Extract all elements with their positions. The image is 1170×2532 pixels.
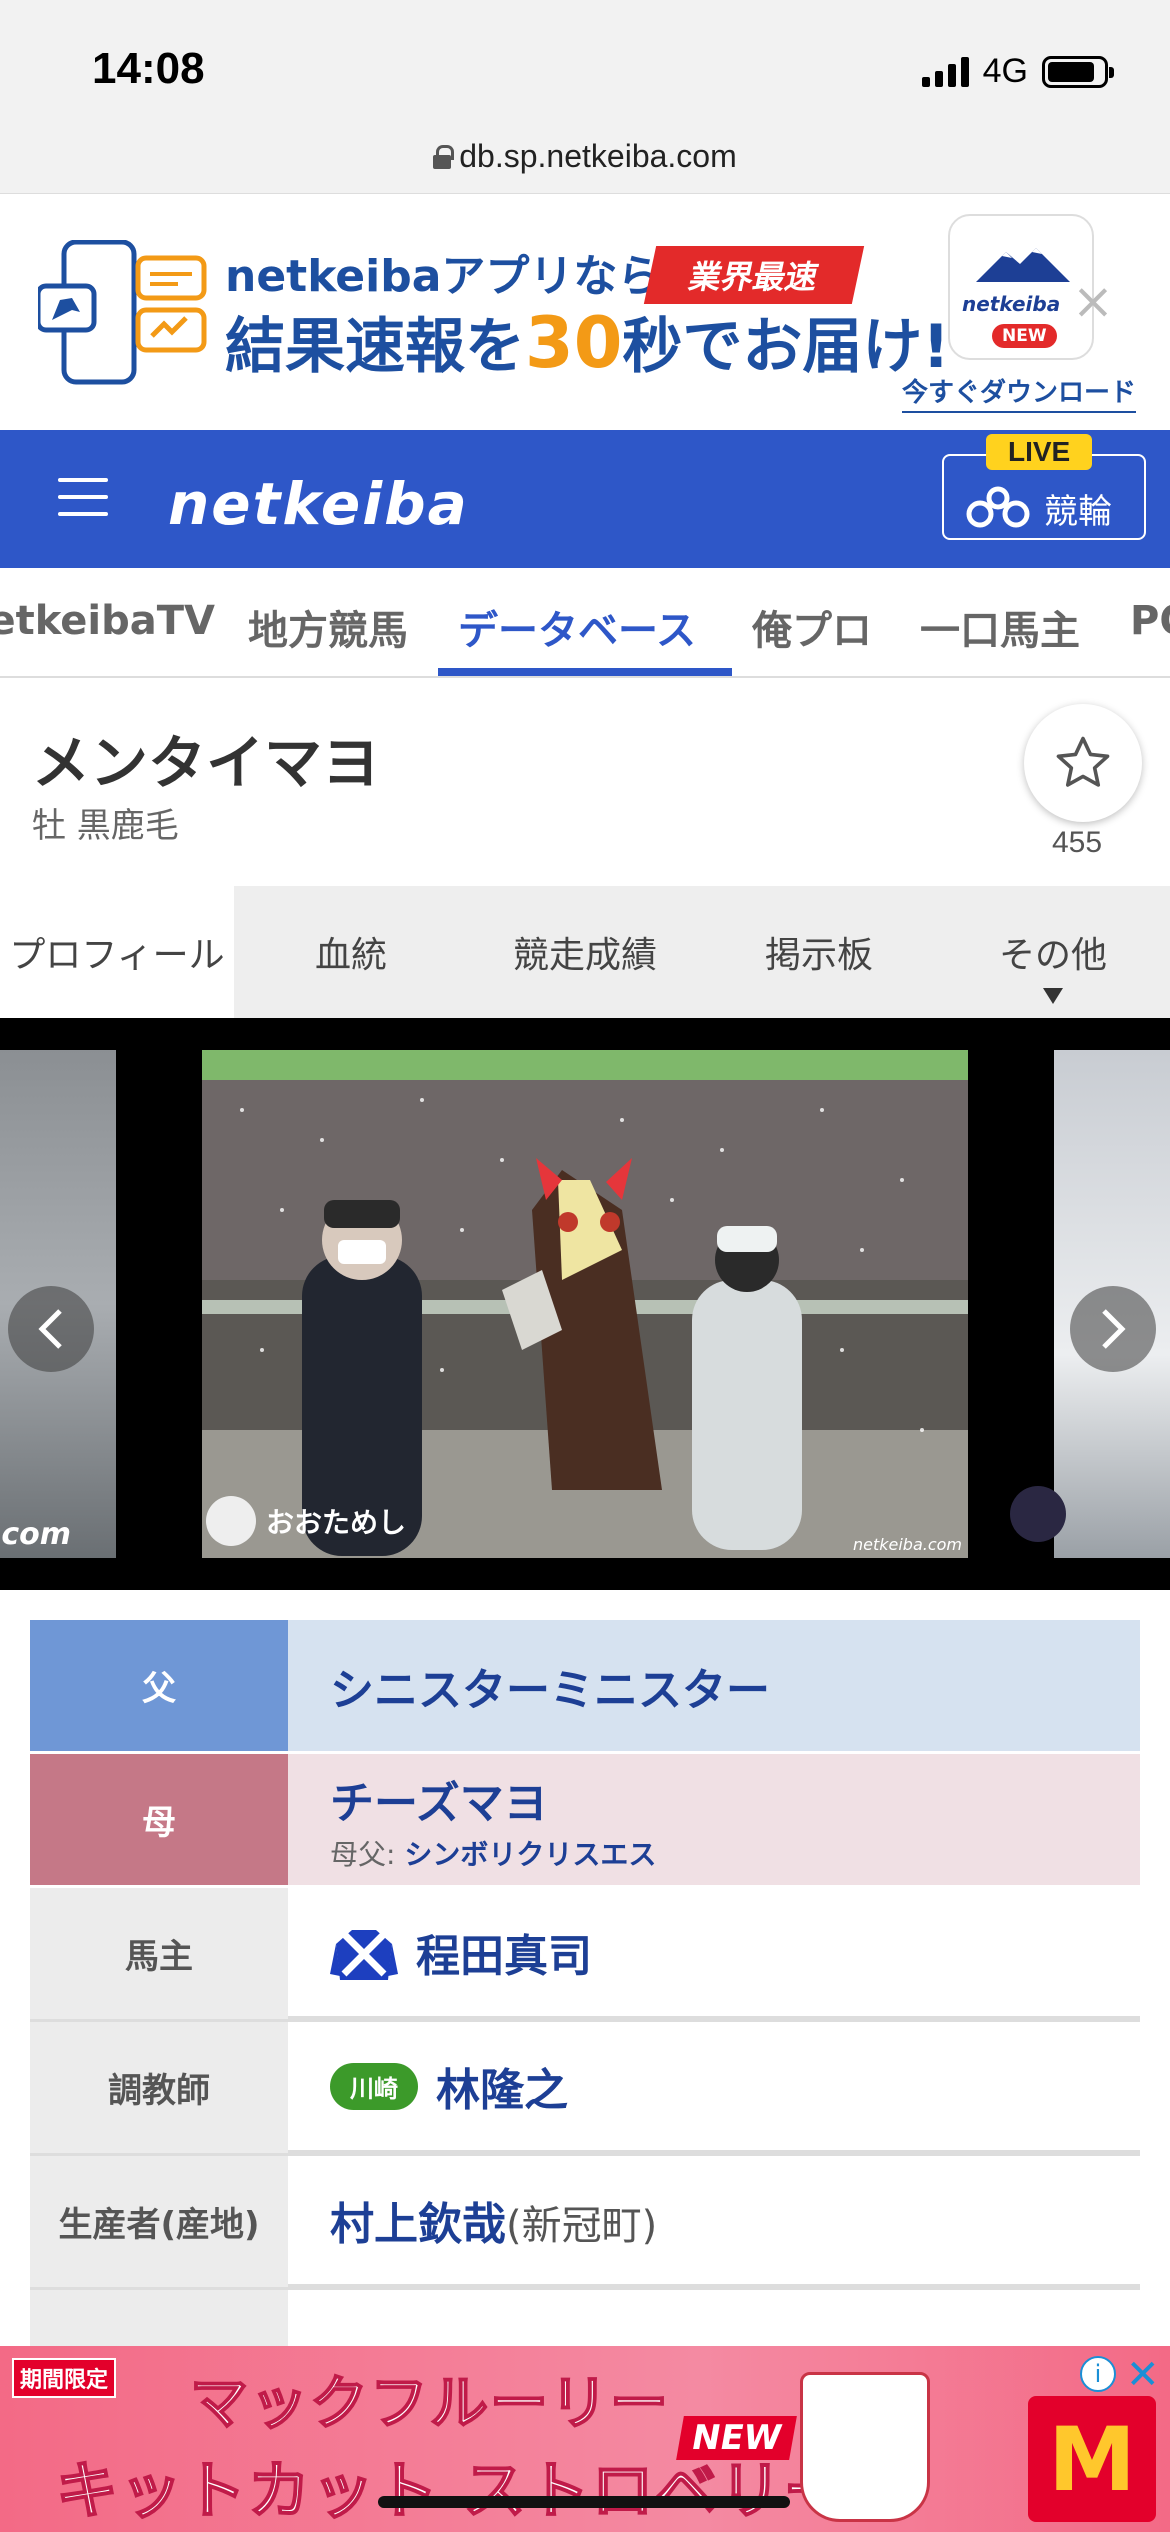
banner-headline: netkeibaアプリなら — [225, 251, 662, 302]
trainer-row: 調教師 川崎 林隆之 — [30, 2022, 1140, 2156]
menu-icon[interactable] — [58, 478, 108, 516]
url-text: db.sp.netkeiba.com — [459, 138, 737, 174]
ad-new-badge: NEW — [676, 2416, 798, 2460]
banner-tag: 業界最速 — [643, 246, 865, 304]
prev-photo-watermark: .com — [0, 1517, 72, 1552]
trainer-link[interactable]: 林隆之 — [436, 2054, 568, 2118]
favorite-count: 455 — [1052, 826, 1103, 859]
tab-po[interactable]: PO — [1130, 598, 1170, 644]
horse-info-table: 父 シニスターミニスター 母 チーズマヨ 母父: シンボリクリスエス 馬主 程田… — [30, 1620, 1140, 2424]
next-poster-avatar — [1010, 1486, 1066, 1542]
poster-avatar — [206, 1496, 256, 1546]
breeder-link[interactable]: 村上欽哉 — [330, 2199, 506, 2250]
active-tab-indicator — [438, 668, 732, 676]
battery-icon — [1042, 55, 1114, 88]
new-badge: NEW — [992, 324, 1057, 348]
owner-label: 馬主 — [30, 1888, 288, 2019]
tab-race-results[interactable]: 競走成績 — [468, 886, 702, 1018]
live-badge: LIVE — [986, 434, 1093, 470]
dessert-cup-image — [800, 2372, 930, 2522]
status-bar: 14:08 4G — [0, 0, 1170, 120]
current-photo[interactable]: netkeiba.com — [202, 1050, 968, 1558]
download-link[interactable]: 今すぐダウンロード — [902, 372, 1137, 413]
horse-sex-color: 牡 黒鹿毛 — [32, 806, 179, 846]
damsire-link[interactable]: シンボリクリスエス — [404, 1838, 656, 1871]
tab-board[interactable]: 掲示板 — [702, 886, 936, 1018]
lock-icon — [433, 144, 455, 169]
nav-tabs: netkeibaTV 地方競馬 データベース 俺プロ 一口馬主 PO — [0, 568, 1170, 678]
tab-netkeibatv[interactable]: netkeibaTV — [0, 598, 215, 644]
keirin-live-button[interactable]: LIVE 競輪 — [942, 434, 1146, 540]
owner-silks-icon — [330, 1930, 398, 1980]
region-badge: 川崎 — [330, 2062, 418, 2110]
breeder-row: 生産者(産地) 村上欽哉(新冠町) — [30, 2156, 1140, 2290]
photo-gallery[interactable]: .com — [0, 1018, 1170, 1590]
tab-hitokuchi[interactable]: 一口馬主 — [920, 598, 1080, 656]
horse-name: メンタイマヨ — [32, 729, 381, 797]
mountain-horse-icon — [976, 248, 1070, 282]
ad-limited-badge: 期間限定 — [12, 2358, 117, 2398]
dam-row: 母 チーズマヨ 母父: シンボリクリスエス — [30, 1754, 1140, 1888]
star-icon — [1056, 736, 1110, 787]
ad-headline: マックフルーリー — [189, 2368, 671, 2438]
trainer-label: 調教師 — [30, 2022, 288, 2153]
banner-close-icon[interactable]: × — [1072, 276, 1114, 326]
favorite-button[interactable] — [1024, 704, 1142, 822]
profile-tabs: プロフィール 血統 競走成績 掲示板 その他 — [0, 886, 1170, 1018]
mcdonalds-logo: M — [1028, 2396, 1156, 2522]
breeder-place: (新冠町) — [506, 2203, 658, 2249]
photo-caption: おおためし — [206, 1496, 406, 1546]
network-type: 4G — [982, 52, 1028, 90]
tab-other[interactable]: その他 — [936, 886, 1170, 1018]
app-banner[interactable]: netkeibaアプリなら 業界最速 結果速報を30秒でお届け! netkeib… — [0, 194, 1170, 430]
owner-row: 馬主 程田真司 — [30, 1888, 1140, 2022]
damsire-line: 母父: シンボリクリスエス — [330, 1837, 657, 1871]
sire-row: 父 シニスターミニスター — [30, 1620, 1140, 1754]
photo-watermark: netkeiba.com — [852, 1535, 962, 1554]
app-phone-icon — [38, 240, 207, 385]
gallery-next-button[interactable] — [1070, 1286, 1156, 1372]
dam-link[interactable]: チーズマヨ — [330, 1767, 1140, 1831]
tab-chiho-keiba[interactable]: 地方競馬 — [248, 598, 408, 656]
owner-link[interactable]: 程田真司 — [416, 1920, 592, 1984]
tab-pedigree[interactable]: 血統 — [234, 886, 468, 1018]
gallery-prev-button[interactable] — [8, 1286, 94, 1372]
horse-title-section: メンタイマヨ 牡 黒鹿毛 455 — [0, 680, 1170, 886]
home-indicator[interactable] — [378, 2496, 790, 2508]
ad-info-icon[interactable]: i — [1080, 2356, 1116, 2392]
chevron-left-icon — [38, 1309, 62, 1349]
banner-subline: 結果速報を30秒でお届け! — [225, 302, 950, 384]
horse-photo — [202, 1050, 968, 1558]
page: 14:08 4G db.sp.netkeiba.com netkeibaアプリな… — [0, 0, 1170, 2532]
sire-link[interactable]: シニスターミニスター — [330, 1654, 1140, 1718]
keirin-label: 競輪 — [1044, 492, 1112, 532]
tab-profile[interactable]: プロフィール — [0, 886, 234, 1018]
site-header: netkeiba LIVE 競輪 — [0, 430, 1170, 568]
dam-label: 母 — [30, 1754, 288, 1885]
url-bar[interactable]: db.sp.netkeiba.com — [0, 120, 1170, 194]
site-logo[interactable]: netkeiba — [168, 470, 469, 538]
poster-name: おおためし — [266, 1506, 407, 1539]
sire-label: 父 — [30, 1620, 288, 1751]
tab-database[interactable]: データベース — [458, 598, 696, 656]
ad-close-icon[interactable]: ✕ — [1126, 2352, 1160, 2398]
status-indicators: 4G — [921, 52, 1114, 91]
signal-icon — [921, 56, 969, 87]
breeder-label: 生産者(産地) — [30, 2156, 288, 2287]
bicycle-icon — [966, 486, 1030, 528]
status-time: 14:08 — [92, 44, 205, 93]
app-logo-name: netkeiba — [962, 292, 1061, 316]
dropdown-arrow-icon — [1043, 988, 1063, 1004]
chevron-right-icon — [1102, 1309, 1126, 1349]
tab-orepro[interactable]: 俺プロ — [752, 598, 872, 656]
